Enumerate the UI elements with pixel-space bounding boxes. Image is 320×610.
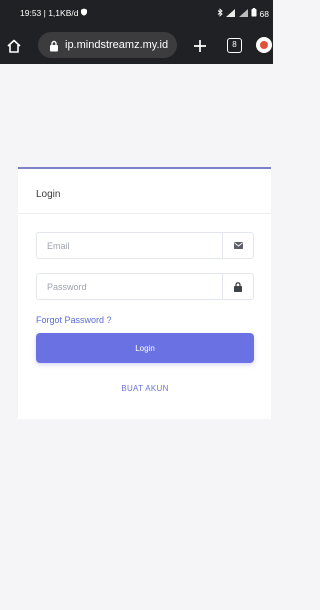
status-left: 19:53 | 1,1KB/d bbox=[20, 8, 88, 18]
network-signal-icon bbox=[238, 8, 248, 19]
tab-switcher-button[interactable]: 8 bbox=[227, 38, 242, 53]
create-account-link[interactable]: BUAT AKUN bbox=[36, 384, 254, 393]
envelope-icon bbox=[222, 233, 253, 258]
email-input-group bbox=[36, 232, 254, 259]
forgot-password-link[interactable]: Forgot Password ? bbox=[36, 315, 112, 325]
login-card: Login Forgot Password ? Login BUAT AKUN bbox=[18, 167, 271, 419]
lock-icon bbox=[222, 274, 253, 299]
new-tab-icon[interactable] bbox=[191, 37, 209, 55]
bluetooth-icon bbox=[217, 8, 223, 19]
login-button[interactable]: Login bbox=[36, 333, 254, 363]
address-bar[interactable]: ip.mindstreamz.my.id bbox=[38, 32, 177, 58]
login-title: Login bbox=[36, 189, 61, 200]
profile-icon[interactable] bbox=[256, 37, 272, 53]
battery-level: 68 bbox=[259, 8, 269, 19]
password-input-group bbox=[36, 273, 254, 300]
battery-icon bbox=[251, 8, 257, 19]
status-right: 68 bbox=[217, 8, 269, 19]
lock-icon bbox=[49, 39, 59, 52]
password-field[interactable] bbox=[37, 274, 223, 299]
home-icon[interactable] bbox=[5, 37, 23, 55]
signal-icon bbox=[225, 8, 235, 19]
status-time: 19:53 | 1,1KB/d bbox=[20, 8, 79, 18]
url-text: ip.mindstreamz.my.id bbox=[65, 39, 169, 51]
browser-toolbar: ip.mindstreamz.my.id 8 bbox=[0, 28, 273, 64]
email-field[interactable] bbox=[37, 233, 223, 258]
shield-icon bbox=[80, 8, 88, 18]
card-divider bbox=[18, 213, 271, 214]
status-bar: 19:53 | 1,1KB/d 68 bbox=[0, 0, 273, 28]
